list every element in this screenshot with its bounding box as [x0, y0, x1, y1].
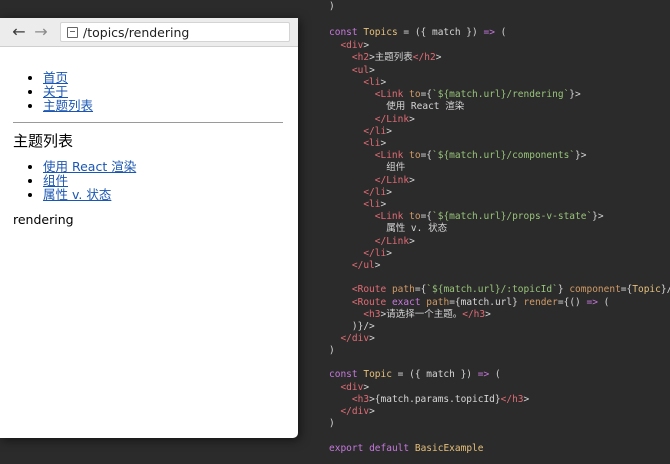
topic-link-components[interactable]: 组件 — [43, 173, 68, 188]
code-line: ) — [329, 345, 335, 356]
code-line: </li> — [363, 187, 392, 198]
code-line: 组件 — [329, 162, 406, 173]
nav-link-about[interactable]: 关于 — [43, 84, 68, 99]
main-nav: 首页 关于 主题列表 — [13, 71, 298, 113]
divider — [13, 122, 283, 123]
topic-item: 组件 — [43, 174, 298, 188]
code-line: 属性 v. 状态 — [329, 223, 448, 234]
code-line: <ul> — [351, 65, 375, 76]
topics-heading: 主题列表 — [13, 132, 74, 150]
code-line: export default BasicExample — [329, 443, 484, 454]
code-line: </li> — [363, 248, 392, 259]
code-line: <h2>主题列表</h2> — [351, 52, 442, 63]
code-line: </div> — [340, 333, 375, 344]
nav-item-about: 关于 — [43, 85, 298, 99]
code-editor: ) const Topics = ({ match }) => ( <div> <… — [318, 0, 670, 464]
topic-item: 属性 v. 状态 — [43, 188, 298, 202]
topic-id-heading: rendering — [13, 212, 74, 227]
nav-item-home: 首页 — [43, 71, 298, 85]
code-line: <Link to={`${match.url}/rendering`}> — [374, 89, 581, 100]
code-line: )}/> — [329, 321, 375, 332]
code-line: <h3>请选择一个主题。</h3> — [363, 309, 491, 320]
code-line: <li> — [363, 77, 387, 88]
code-line: ) — [329, 1, 335, 12]
code-line: <Route path={`${match.url}/:topicId`} co… — [351, 284, 670, 295]
code-line: <Route exact path={match.url} render={()… — [351, 297, 610, 308]
url-bar[interactable]: /topics/rendering — [60, 22, 290, 42]
back-arrow-icon[interactable]: ← — [8, 18, 30, 46]
code-line: <Link to={`${match.url}/components`}> — [374, 150, 587, 161]
code-line: 使用 React 渲染 — [329, 101, 465, 112]
code-line: const Topic = ({ match }) => ( — [329, 369, 501, 380]
code-line: <Link to={`${match.url}/props-v-state`}> — [374, 211, 604, 222]
topic-link-props-v-state[interactable]: 属性 v. 状态 — [43, 187, 111, 202]
page-icon — [67, 26, 78, 38]
code-line: </div> — [340, 406, 375, 417]
nav-item-topics: 主题列表 — [43, 99, 298, 113]
url-text: /topics/rendering — [83, 24, 190, 40]
browser-window: ← → /topics/rendering 首页 关于 主题列表 主题列表 使用… — [0, 18, 298, 438]
code-line: const Topics = ({ match }) => ( — [329, 27, 507, 38]
code-line: </Link> — [374, 175, 415, 186]
topic-item: 使用 React 渲染 — [43, 160, 298, 174]
browser-toolbar: ← → /topics/rendering — [0, 18, 298, 47]
code-line: </ul> — [351, 260, 381, 271]
topics-list: 使用 React 渲染 组件 属性 v. 状态 — [13, 160, 298, 202]
code-line: <h3>{match.params.topicId}</h3> — [351, 394, 530, 405]
code-line: </li> — [363, 126, 392, 137]
code-line: <div> — [340, 40, 370, 51]
code-line: </Link> — [374, 114, 415, 125]
nav-link-topics[interactable]: 主题列表 — [43, 98, 93, 113]
code-line: <li> — [363, 138, 387, 149]
code-line: ) — [329, 418, 335, 429]
topic-link-rendering[interactable]: 使用 React 渲染 — [43, 159, 136, 174]
code-line: <div> — [340, 382, 370, 393]
code-line: </Link> — [374, 236, 415, 247]
forward-arrow-icon[interactable]: → — [30, 18, 52, 46]
nav-link-home[interactable]: 首页 — [43, 70, 68, 85]
code-line: <li> — [363, 199, 387, 210]
page-content: 首页 关于 主题列表 主题列表 使用 React 渲染 组件 属性 v. 状态 … — [0, 47, 298, 227]
